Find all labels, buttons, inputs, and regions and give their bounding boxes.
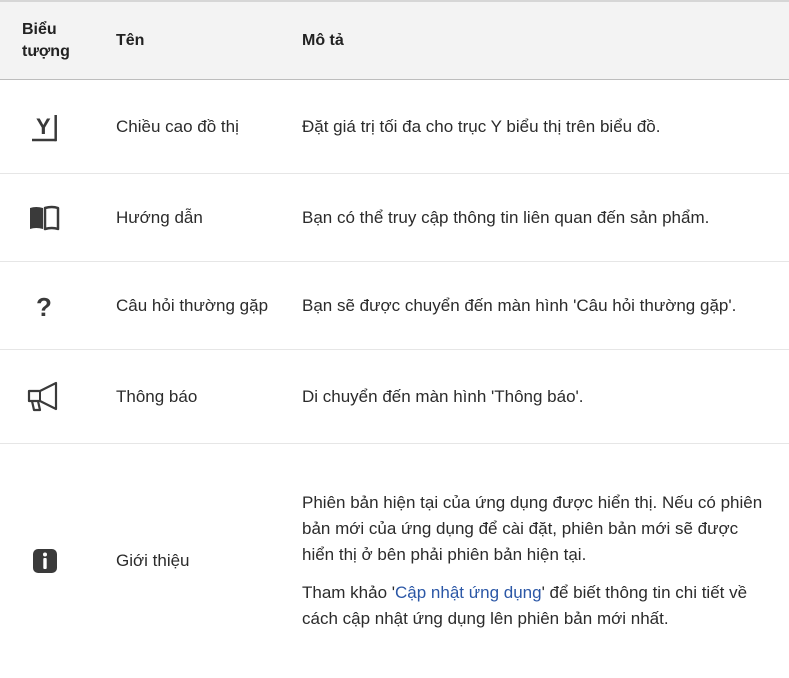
svg-text:?: ? bbox=[36, 292, 52, 322]
y-axis-height-icon: Y bbox=[22, 105, 66, 149]
table-row: Thông báo Di chuyển đến màn hình 'Thông … bbox=[0, 350, 789, 444]
megaphone-icon bbox=[22, 375, 66, 419]
row-description: Bạn có thể truy cập thông tin liên quan … bbox=[302, 207, 710, 227]
row-name: Hướng dẫn bbox=[116, 207, 203, 227]
icon-cell: ? bbox=[0, 284, 100, 328]
about-description-paragraph: Phiên bản hiện tại của ứng dụng được hiể… bbox=[302, 493, 763, 564]
table-row: Giới thiệu Phiên bản hiện tại của ứng dụ… bbox=[0, 444, 789, 678]
table-row: Hướng dẫn Bạn có thể truy cập thông tin … bbox=[0, 174, 789, 262]
book-guide-icon bbox=[22, 196, 66, 240]
about-update-paragraph: Tham khảo 'Cập nhật ứng dụng' để biết th… bbox=[302, 580, 771, 632]
header-name-column: Tên bbox=[116, 31, 145, 49]
info-icon bbox=[22, 539, 66, 583]
header-icon-column: Biểu tượng bbox=[22, 20, 70, 60]
table-header-row: Biểu tượng Tên Mô tả bbox=[0, 0, 789, 80]
table-row: ? Câu hỏi thường gặp Bạn sẽ được chuyển … bbox=[0, 262, 789, 350]
icon-cell bbox=[0, 539, 100, 583]
row-description: Bạn sẽ được chuyển đến màn hình 'Câu hỏi… bbox=[302, 295, 737, 315]
row-name: Giới thiệu bbox=[116, 551, 190, 570]
row-description: Đặt giá trị tối đa cho trục Y biểu thị t… bbox=[302, 116, 661, 136]
question-icon: ? bbox=[22, 284, 66, 328]
svg-text:Y: Y bbox=[36, 114, 51, 139]
row-description: Di chuyển đến màn hình 'Thông báo'. bbox=[302, 386, 584, 406]
row-description: Phiên bản hiện tại của ứng dụng được hiể… bbox=[288, 490, 789, 632]
icon-cell: Y bbox=[0, 105, 100, 149]
icon-cell bbox=[0, 375, 100, 419]
icon-cell bbox=[0, 196, 100, 240]
row-name: Thông báo bbox=[116, 386, 198, 406]
row-name: Chiều cao đồ thị bbox=[116, 116, 239, 136]
app-update-link[interactable]: Cập nhật ứng dụng bbox=[395, 583, 542, 602]
update-text-prefix: Tham khảo ' bbox=[302, 583, 396, 602]
table-row: Y Chiều cao đồ thị Đặt giá trị tối đa ch… bbox=[0, 80, 789, 174]
header-description-column: Mô tả bbox=[302, 31, 344, 49]
row-name: Câu hỏi thường gặp bbox=[116, 295, 269, 315]
settings-icon-table: Biểu tượng Tên Mô tả Y Chiều cao đồ thị … bbox=[0, 0, 789, 678]
